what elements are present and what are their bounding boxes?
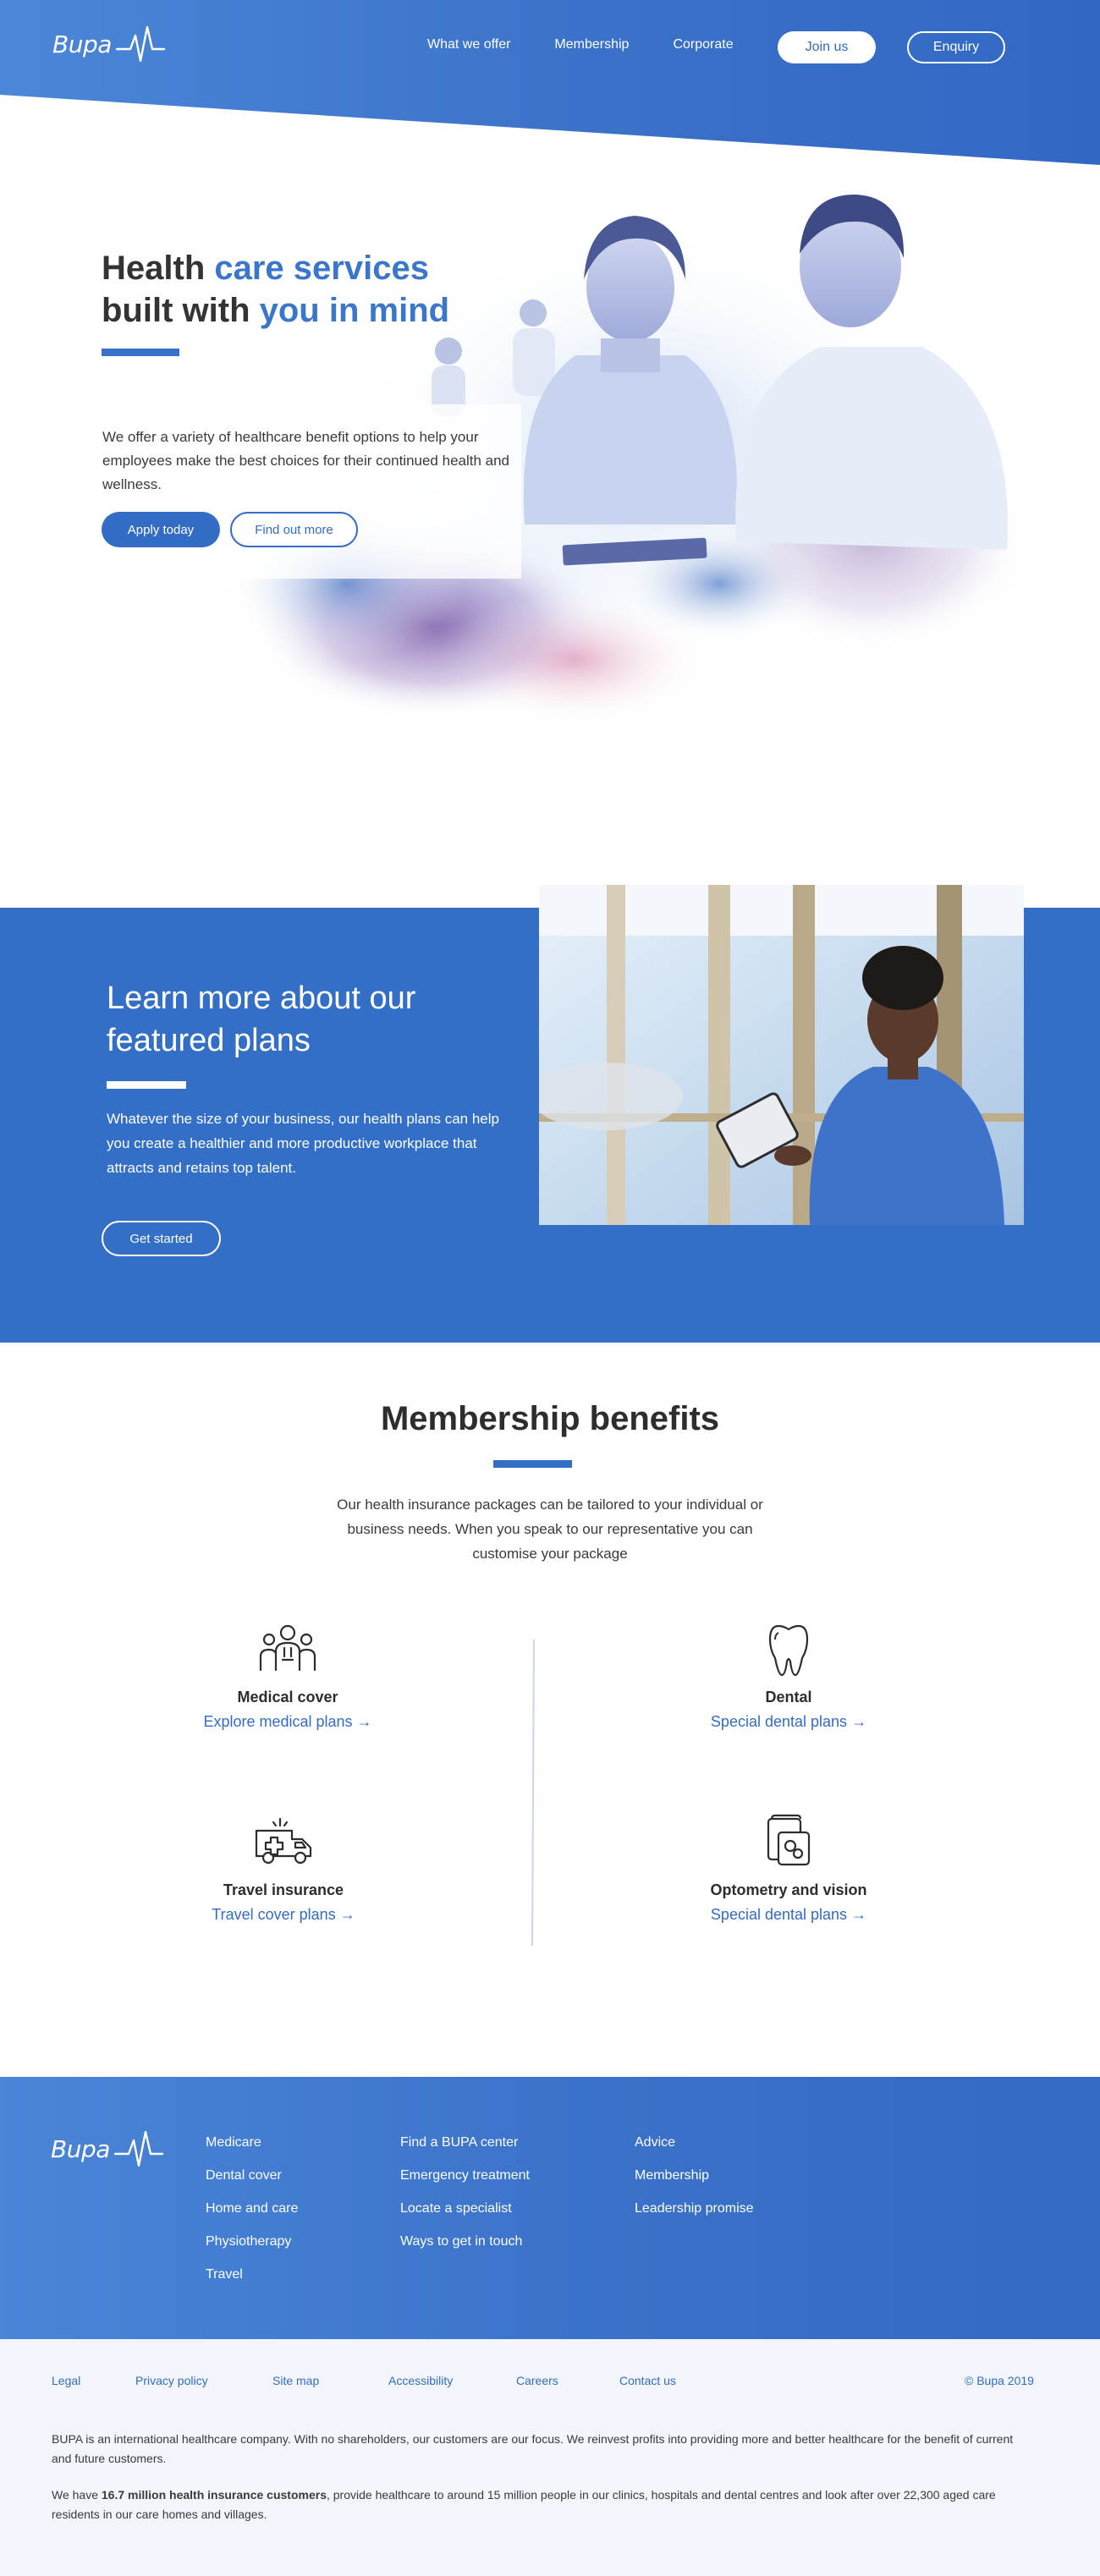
- about-paragraph: BUPA is an international healthcare comp…: [52, 2432, 1014, 2465]
- nurse-photo: [539, 885, 1024, 1225]
- footer-link-membership[interactable]: Membership: [635, 2167, 754, 2200]
- featured-title: Learn more about our featured plans: [107, 980, 416, 1058]
- special-dental-plans-link[interactable]: Special dental plans →: [636, 1713, 941, 1731]
- contact-us-link[interactable]: Contact us: [619, 2374, 676, 2387]
- link-label: Travel cover plans: [212, 1906, 336, 1923]
- hero-title-accent-2: you in mind: [259, 292, 450, 329]
- medical-team-icon: [259, 1624, 316, 1672]
- benefits-divider: [531, 1639, 535, 1947]
- stats-paragraph: We have 16.7 million health insurance cu…: [52, 2485, 1033, 2524]
- arrow-right-icon: →: [339, 1906, 355, 1923]
- benefit-travel-insurance: Travel insurance Travel cover plans →: [131, 1807, 436, 1924]
- footer-link-medicare[interactable]: Medicare: [206, 2134, 298, 2167]
- arrow-right-icon: →: [851, 1713, 867, 1730]
- link-label: Special dental plans: [710, 1906, 848, 1923]
- link-label: Explore medical plans: [203, 1713, 353, 1730]
- travel-cover-plans-link[interactable]: Travel cover plans →: [131, 1906, 436, 1924]
- footer-column-2: Find a BUPA center Emergency treatment L…: [400, 2134, 530, 2266]
- copyright: © Bupa 2019: [965, 2374, 1034, 2387]
- logo-wordmark: Bupa: [52, 30, 112, 58]
- heartbeat-logo-icon: [115, 25, 166, 63]
- benefit-medical-cover: Medical cover Explore medical plans →: [135, 1614, 440, 1731]
- find-out-more-button[interactable]: Find out more: [230, 512, 358, 547]
- footer-link-get-in-touch[interactable]: Ways to get in touch: [400, 2233, 530, 2266]
- featured-description: Whatever the size of your business, our …: [107, 1111, 499, 1176]
- get-started-button[interactable]: Get started: [102, 1221, 221, 1256]
- hero-title-accent-1: care services: [214, 250, 429, 287]
- hero-title-dark-1: Health: [102, 250, 215, 287]
- eye-card-icon: [767, 1814, 811, 1866]
- footer-link-specialist[interactable]: Locate a specialist: [400, 2200, 530, 2233]
- footer-link-physiotherapy[interactable]: Physiotherapy: [206, 2233, 298, 2266]
- logo-wordmark: Bupa: [51, 2134, 110, 2163]
- ambulance-icon: [255, 1817, 312, 1865]
- arrow-right-icon: →: [356, 1713, 372, 1730]
- benefits-title: Membership benefits: [380, 1400, 720, 1437]
- hero-description: We offer a variety of healthcare benefit…: [102, 429, 510, 492]
- enquiry-button[interactable]: Enquiry: [907, 31, 1005, 63]
- nav-what-we-offer[interactable]: What we offer: [427, 37, 510, 52]
- nav-membership[interactable]: Membership: [554, 37, 629, 52]
- footer-column-1: Medicare Dental cover Home and care Phys…: [206, 2134, 298, 2299]
- footer-link-dental-cover[interactable]: Dental cover: [206, 2167, 298, 2200]
- heartbeat-logo-icon: [113, 2130, 164, 2167]
- optometry-dental-plans-link[interactable]: Special dental plans →: [636, 1906, 941, 1924]
- nav-corporate[interactable]: Corporate: [673, 37, 733, 52]
- footer-link-home-and-care[interactable]: Home and care: [206, 2200, 298, 2233]
- benefit-name: Optometry and vision: [710, 1881, 867, 1898]
- careers-link[interactable]: Careers: [516, 2374, 558, 2387]
- tooth-icon: [768, 1624, 809, 1677]
- footer-link-leadership[interactable]: Leadership promise: [635, 2200, 754, 2233]
- footer-band: [0, 2077, 1100, 2339]
- footer-bupa-logo[interactable]: Bupa: [51, 2128, 164, 2169]
- site-map-link[interactable]: Site map: [272, 2374, 319, 2387]
- apply-today-button[interactable]: Apply today: [102, 512, 220, 547]
- footer-link-travel[interactable]: Travel: [206, 2266, 298, 2299]
- hero-underline: [102, 349, 179, 356]
- footer-column-3: Advice Membership Leadership promise: [635, 2134, 754, 2233]
- legal-link[interactable]: Legal: [52, 2374, 80, 2387]
- explore-medical-plans-link[interactable]: Explore medical plans →: [135, 1713, 440, 1731]
- stats-highlight: 16.7 million health insurance customers: [101, 2488, 327, 2502]
- benefit-optometry: Optometry and vision Special dental plan…: [636, 1807, 941, 1924]
- benefit-name: Travel insurance: [223, 1881, 344, 1898]
- stats-text-a: We have: [52, 2488, 102, 2502]
- hero-title-dark-2: built with: [102, 292, 260, 329]
- footer-link-emergency[interactable]: Emergency treatment: [400, 2167, 530, 2200]
- benefit-name: Medical cover: [237, 1689, 338, 1705]
- benefit-dental: Dental Special dental plans →: [636, 1614, 941, 1731]
- join-us-button[interactable]: Join us: [778, 31, 876, 63]
- accessibility-link[interactable]: Accessibility: [388, 2374, 453, 2387]
- bupa-logo[interactable]: Bupa: [52, 24, 166, 64]
- featured-underline: [107, 1081, 186, 1089]
- hero-title: Health care services built with you in m…: [102, 247, 449, 332]
- privacy-policy-link[interactable]: Privacy policy: [135, 2374, 208, 2387]
- benefits-underline: [493, 1460, 572, 1468]
- footer-link-advice[interactable]: Advice: [635, 2134, 754, 2167]
- main-nav: What we offer Membership Corporate Join …: [427, 31, 1005, 63]
- benefits-intro: Our health insurance packages can be tai…: [337, 1497, 763, 1562]
- arrow-right-icon: →: [851, 1906, 867, 1923]
- link-label: Special dental plans: [710, 1713, 848, 1730]
- footer-link-find-center[interactable]: Find a BUPA center: [400, 2134, 530, 2167]
- benefit-name: Dental: [765, 1689, 812, 1705]
